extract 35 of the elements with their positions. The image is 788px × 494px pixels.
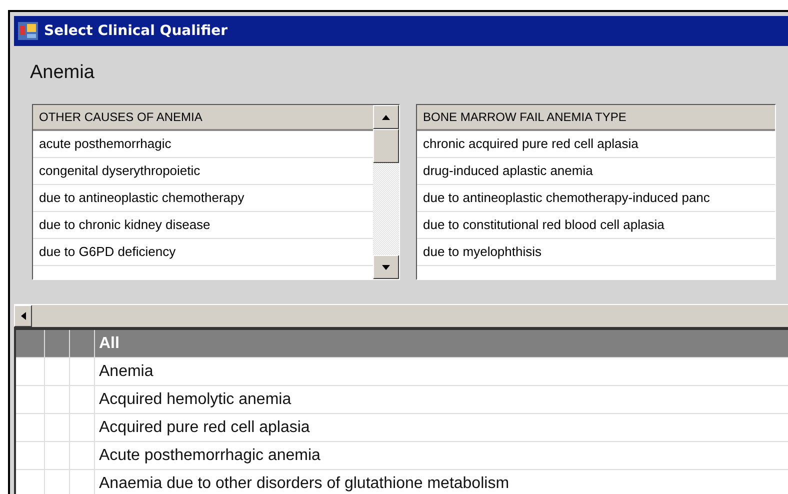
list-item[interactable]: due to myelophthisis [417,239,775,266]
list-item[interactable]: due to G6PD deficiency [33,239,373,266]
up-arrow-icon [382,114,390,120]
row-label: Acquired hemolytic anemia [99,391,292,408]
grid-row[interactable]: Acquired pure red cell aplasia [16,414,788,442]
column-header[interactable]: OTHER CAUSES OF ANEMIA [33,105,373,131]
scroll-up-button[interactable] [373,105,399,129]
column-header[interactable]: BONE MARROW FAIL ANEMIA TYPE [417,105,775,131]
row-label: Anemia [99,363,154,380]
list-item[interactable]: due to constitutional red blood cell aplasia [417,212,775,239]
window-title: Select Clinical Qualifier [44,23,228,39]
list-item[interactable]: due to chronic kidney disease [33,212,373,239]
scroll-left-button[interactable] [14,305,32,327]
list-item[interactable]: acute posthemorrhagic [33,131,373,158]
grid-row[interactable]: Acquired hemolytic anemia [16,386,788,414]
grid-row[interactable]: Acute posthemorrhagic anemia [16,442,788,470]
horizontal-scrollbar[interactable] [14,304,788,327]
row-label: All [99,335,120,352]
list-item[interactable]: due to antineoplastic chemotherapy-induced panc [417,185,775,212]
scroll-thumb[interactable] [373,129,399,163]
scroll-down-button[interactable] [373,255,399,279]
list-item[interactable]: due to antineoplastic chemotherapy [33,185,373,212]
row-label: Acute posthemorrhagic anemia [99,447,320,464]
list-item[interactable]: congenital dyserythropoietic [33,158,373,185]
vertical-scrollbar[interactable] [373,105,399,279]
grid-row[interactable]: Anemia [16,358,788,386]
app-icon [18,22,38,40]
heading: Anemia [30,62,94,83]
left-arrow-icon [20,312,26,320]
grid-row[interactable]: All [16,330,788,358]
list-item[interactable]: chronic acquired pure red cell aplasia [417,131,775,158]
row-label: Anaemia due to other disorders of glutathione metabolism [99,475,510,492]
row-label: Acquired pure red cell aplasia [99,419,310,436]
list-item[interactable]: drug-induced aplastic anemia [417,158,775,185]
down-arrow-icon [382,264,390,270]
